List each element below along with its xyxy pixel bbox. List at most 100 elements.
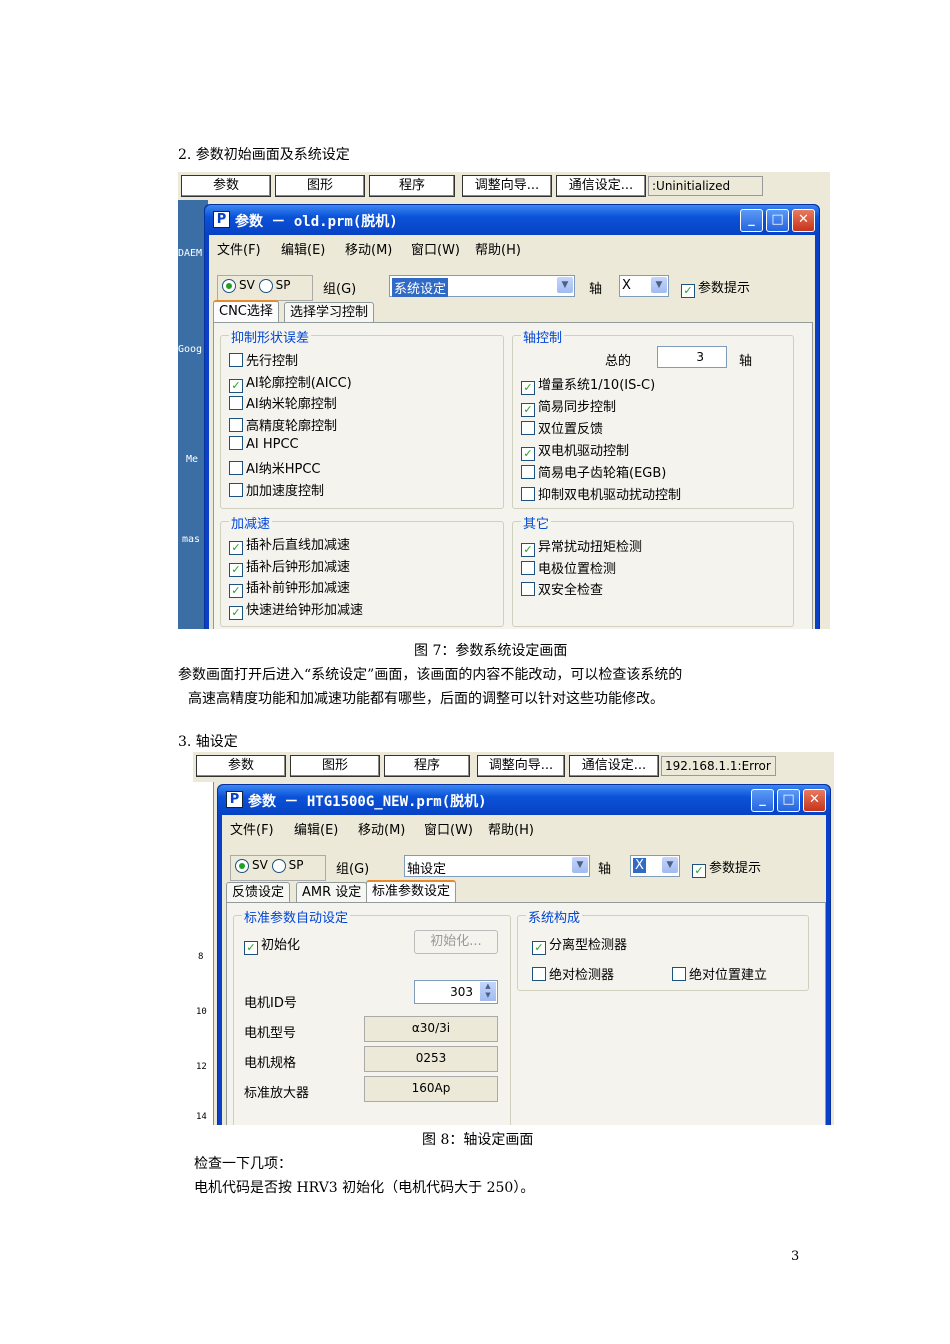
option-checkbox[interactable]: 抑制双电机驱动扰动控制 [521, 484, 681, 503]
maximize-icon[interactable]: □ [777, 789, 800, 812]
wizard-button[interactable]: 调整向导... [477, 755, 565, 777]
option-label: AI纳米轮廓控制 [246, 397, 337, 413]
close-icon[interactable]: ✕ [803, 789, 826, 812]
ruler-mark: 12 [196, 1062, 207, 1072]
menu-window[interactable]: 窗口(W) [411, 239, 460, 258]
option-checkbox[interactable]: 先行控制 [229, 350, 298, 369]
option-checkbox[interactable]: ✓ 快速进给钟形加减速 [229, 599, 363, 620]
menu-edit[interactable]: 编辑(E) [294, 819, 338, 838]
menu-file[interactable]: 文件(F) [230, 819, 274, 838]
axis-select[interactable]: X ▼ [630, 855, 680, 877]
checkbox-empty [521, 560, 535, 575]
option-checkbox[interactable]: ✓ 异常扰动扭矩检测 [521, 536, 642, 557]
absolute-detector-checkbox[interactable]: 绝对检测器 [532, 964, 614, 983]
option-checkbox[interactable]: 高精度轮廓控制 [229, 415, 337, 434]
program-button[interactable]: 程序 [384, 755, 470, 777]
minimize-icon[interactable]: _ [751, 789, 774, 812]
minimize-icon[interactable]: _ [740, 209, 763, 232]
param-hint-checkbox[interactable]: ✓ 参数提示 [692, 857, 761, 878]
menu-move[interactable]: 移动(M) [358, 819, 405, 838]
menu-window[interactable]: 窗口(W) [424, 819, 473, 838]
desktop-label: mas [182, 534, 201, 545]
graph-button[interactable]: 图形 [275, 175, 365, 197]
init-button[interactable]: 初始化... [414, 930, 498, 954]
option-checkbox[interactable]: AI纳米HPCC [229, 458, 321, 477]
tab-feedback[interactable]: 反馈设定 [226, 882, 291, 903]
menu-help[interactable]: 帮助(H) [488, 819, 534, 838]
option-checkbox[interactable]: ✓ 插补后钟形加减速 [229, 556, 350, 577]
sv-radio[interactable]: SV [235, 858, 268, 873]
menu-move[interactable]: 移动(M) [345, 239, 392, 258]
checkbox-empty [229, 461, 243, 475]
motor-id-label: 电机ID号 [244, 996, 297, 1011]
menu-help[interactable]: 帮助(H) [475, 239, 521, 258]
screenshot-axis-settings: 参数 图形 程序 调整向导... 通信设定... 192.168.1.1:Err… [193, 752, 834, 1125]
axis-select[interactable]: X ▼ [619, 275, 669, 297]
maximize-icon[interactable]: □ [766, 209, 789, 232]
sp-radio[interactable]: SP [258, 278, 291, 293]
word-side-ruler: 8 10 12 14 [193, 782, 214, 1125]
option-checkbox[interactable]: ✓ 插补前钟形加减速 [229, 577, 350, 599]
menu-file[interactable]: 文件(F) [217, 239, 261, 258]
menu-edit[interactable]: 编辑(E) [281, 239, 325, 258]
ruler-mark: 14 [196, 1112, 207, 1122]
section-heading-3: 3. 轴设定 [178, 734, 238, 750]
tab-cnc-select[interactable]: CNC选择 [213, 300, 279, 324]
check-icon: ✓ [229, 378, 243, 393]
option-checkbox[interactable]: 双位置反馈 [521, 418, 603, 437]
sp-radio[interactable]: SP [271, 858, 304, 873]
separate-detector-checkbox[interactable]: ✓ 分离型检测器 [532, 934, 627, 955]
paragraph-1-line-2: 高速高精度功能和加减速功能都有哪些，后面的调整可以针对这些功能修改。 [188, 691, 664, 707]
option-checkbox[interactable]: 双安全检查 [521, 579, 603, 598]
motor-type-label: 电机型号 [244, 1026, 297, 1041]
wizard-button[interactable]: 调整向导... [462, 175, 552, 197]
group-select[interactable]: 轴设定 ▼ [404, 855, 590, 877]
desktop-label: Me [186, 454, 199, 465]
tab-amr[interactable]: AMR 设定 [296, 882, 368, 903]
program-button[interactable]: 程序 [369, 175, 455, 197]
option-checkbox[interactable]: 简易电子齿轮箱(EGB) [521, 462, 666, 481]
option-label: 抑制双电机驱动扰动控制 [538, 488, 682, 503]
tab-standard-params[interactable]: 标准参数设定 [366, 880, 457, 904]
option-label: AI轮廓控制(AICC) [246, 375, 352, 391]
option-checkbox[interactable]: ✓ 增量系统1/10(IS-C) [521, 374, 655, 395]
tab-panel: 抑制形状误差 先行控制 ✓ AI轮廓控制(AICC) AI纳米轮廓控制 高精度轮廓控制 A… [213, 322, 813, 629]
sv-sp-radio-group: SV SP [217, 275, 313, 301]
checkbox-empty [521, 582, 535, 597]
check-icon: ✓ [692, 864, 706, 878]
option-checkbox[interactable]: 加加速度控制 [229, 480, 324, 499]
group-title: 系统构成 [526, 907, 583, 926]
axis-label: 轴 [589, 282, 603, 297]
option-checkbox[interactable]: ✓ 双电机驱动控制 [521, 440, 629, 461]
init-checkbox[interactable]: ✓ 初始化 [244, 934, 300, 955]
param-button[interactable]: 参数 [181, 175, 271, 197]
option-checkbox[interactable]: AI HPCC [229, 436, 299, 452]
chevron-down-icon: ▼ [651, 277, 667, 293]
option-label: 高精度轮廓控制 [246, 418, 338, 434]
tab-learning-control[interactable]: 选择学习控制 [284, 302, 375, 323]
axis-control-group: 轴控制 总的 3 轴 ✓ 增量系统1/10(IS-C) ✓ 简易同步控制 双位置反馈 ✓ 双… [512, 327, 794, 509]
close-icon[interactable]: ✕ [792, 209, 815, 232]
screenshot-system-settings: 参数 图形 程序 调整向导... 通信设定... :Uninitialized … [178, 172, 830, 629]
axis-select-value: X [633, 858, 646, 873]
group-title: 标准参数自动设定 [242, 907, 351, 926]
group-select[interactable]: 系统设定 ▼ [389, 275, 575, 297]
comm-settings-button[interactable]: 通信设定... [569, 755, 659, 777]
option-checkbox[interactable]: ✓ 简易同步控制 [521, 396, 616, 417]
desktop-label: Goog [178, 344, 203, 355]
motor-id-spinner[interactable]: 303 ▲ ▼ [414, 980, 498, 1004]
option-checkbox[interactable]: ✓ 插补后直线加减速 [229, 534, 350, 555]
option-checkbox[interactable]: ✓ AI轮廓控制(AICC) [229, 372, 352, 393]
graph-button[interactable]: 图形 [290, 755, 380, 777]
param-hint-checkbox[interactable]: ✓ 参数提示 [681, 277, 750, 298]
param-button[interactable]: 参数 [196, 755, 286, 777]
comm-settings-button[interactable]: 通信设定... [556, 175, 646, 197]
option-checkbox[interactable]: AI纳米轮廓控制 [229, 393, 337, 412]
absolute-position-checkbox[interactable]: 绝对位置建立 [672, 964, 767, 983]
sv-radio[interactable]: SV [222, 278, 255, 293]
checkbox-empty [229, 417, 243, 432]
option-checkbox[interactable]: 电极位置检测 [521, 558, 616, 577]
check-icon: ✓ [229, 541, 243, 555]
checkbox-empty [229, 482, 243, 497]
checkbox-empty [229, 353, 243, 367]
